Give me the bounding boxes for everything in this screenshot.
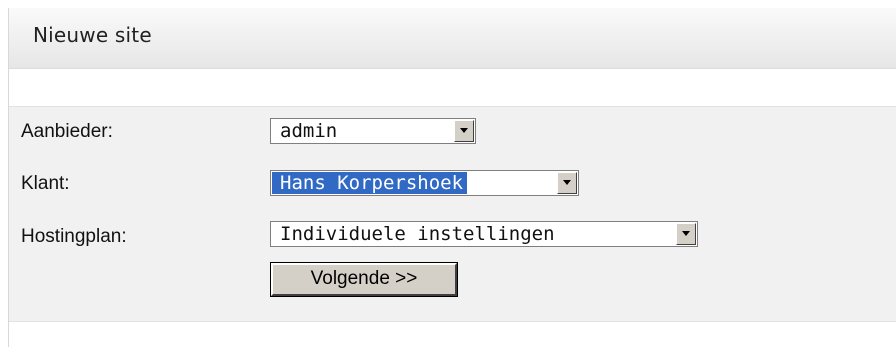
provider-select-value: admin — [280, 120, 338, 142]
hosting-plan-label: Hostingplan: — [21, 226, 127, 247]
page-title: Nieuwe site — [33, 23, 152, 47]
chevron-down-icon[interactable] — [454, 120, 474, 142]
hosting-plan-select[interactable]: Individuele instellingen — [270, 221, 698, 247]
panel-spacer — [9, 69, 896, 106]
chevron-down-icon[interactable] — [676, 223, 696, 245]
panel-header: Nieuwe site — [9, 8, 896, 69]
provider-label: Aanbieder: — [21, 121, 113, 142]
customer-label: Klant: — [21, 173, 70, 194]
customer-select-value: Hans Korpershoek — [272, 172, 468, 194]
next-button[interactable]: Volgende >> — [270, 262, 458, 297]
new-site-panel: Nieuwe site Aanbieder: admin Klant: Hans… — [8, 8, 896, 347]
chevron-down-icon[interactable] — [557, 172, 577, 194]
customer-select[interactable]: Hans Korpershoek — [270, 170, 579, 196]
hosting-plan-select-value: Individuele instellingen — [280, 223, 555, 245]
provider-select[interactable]: admin — [270, 118, 476, 144]
